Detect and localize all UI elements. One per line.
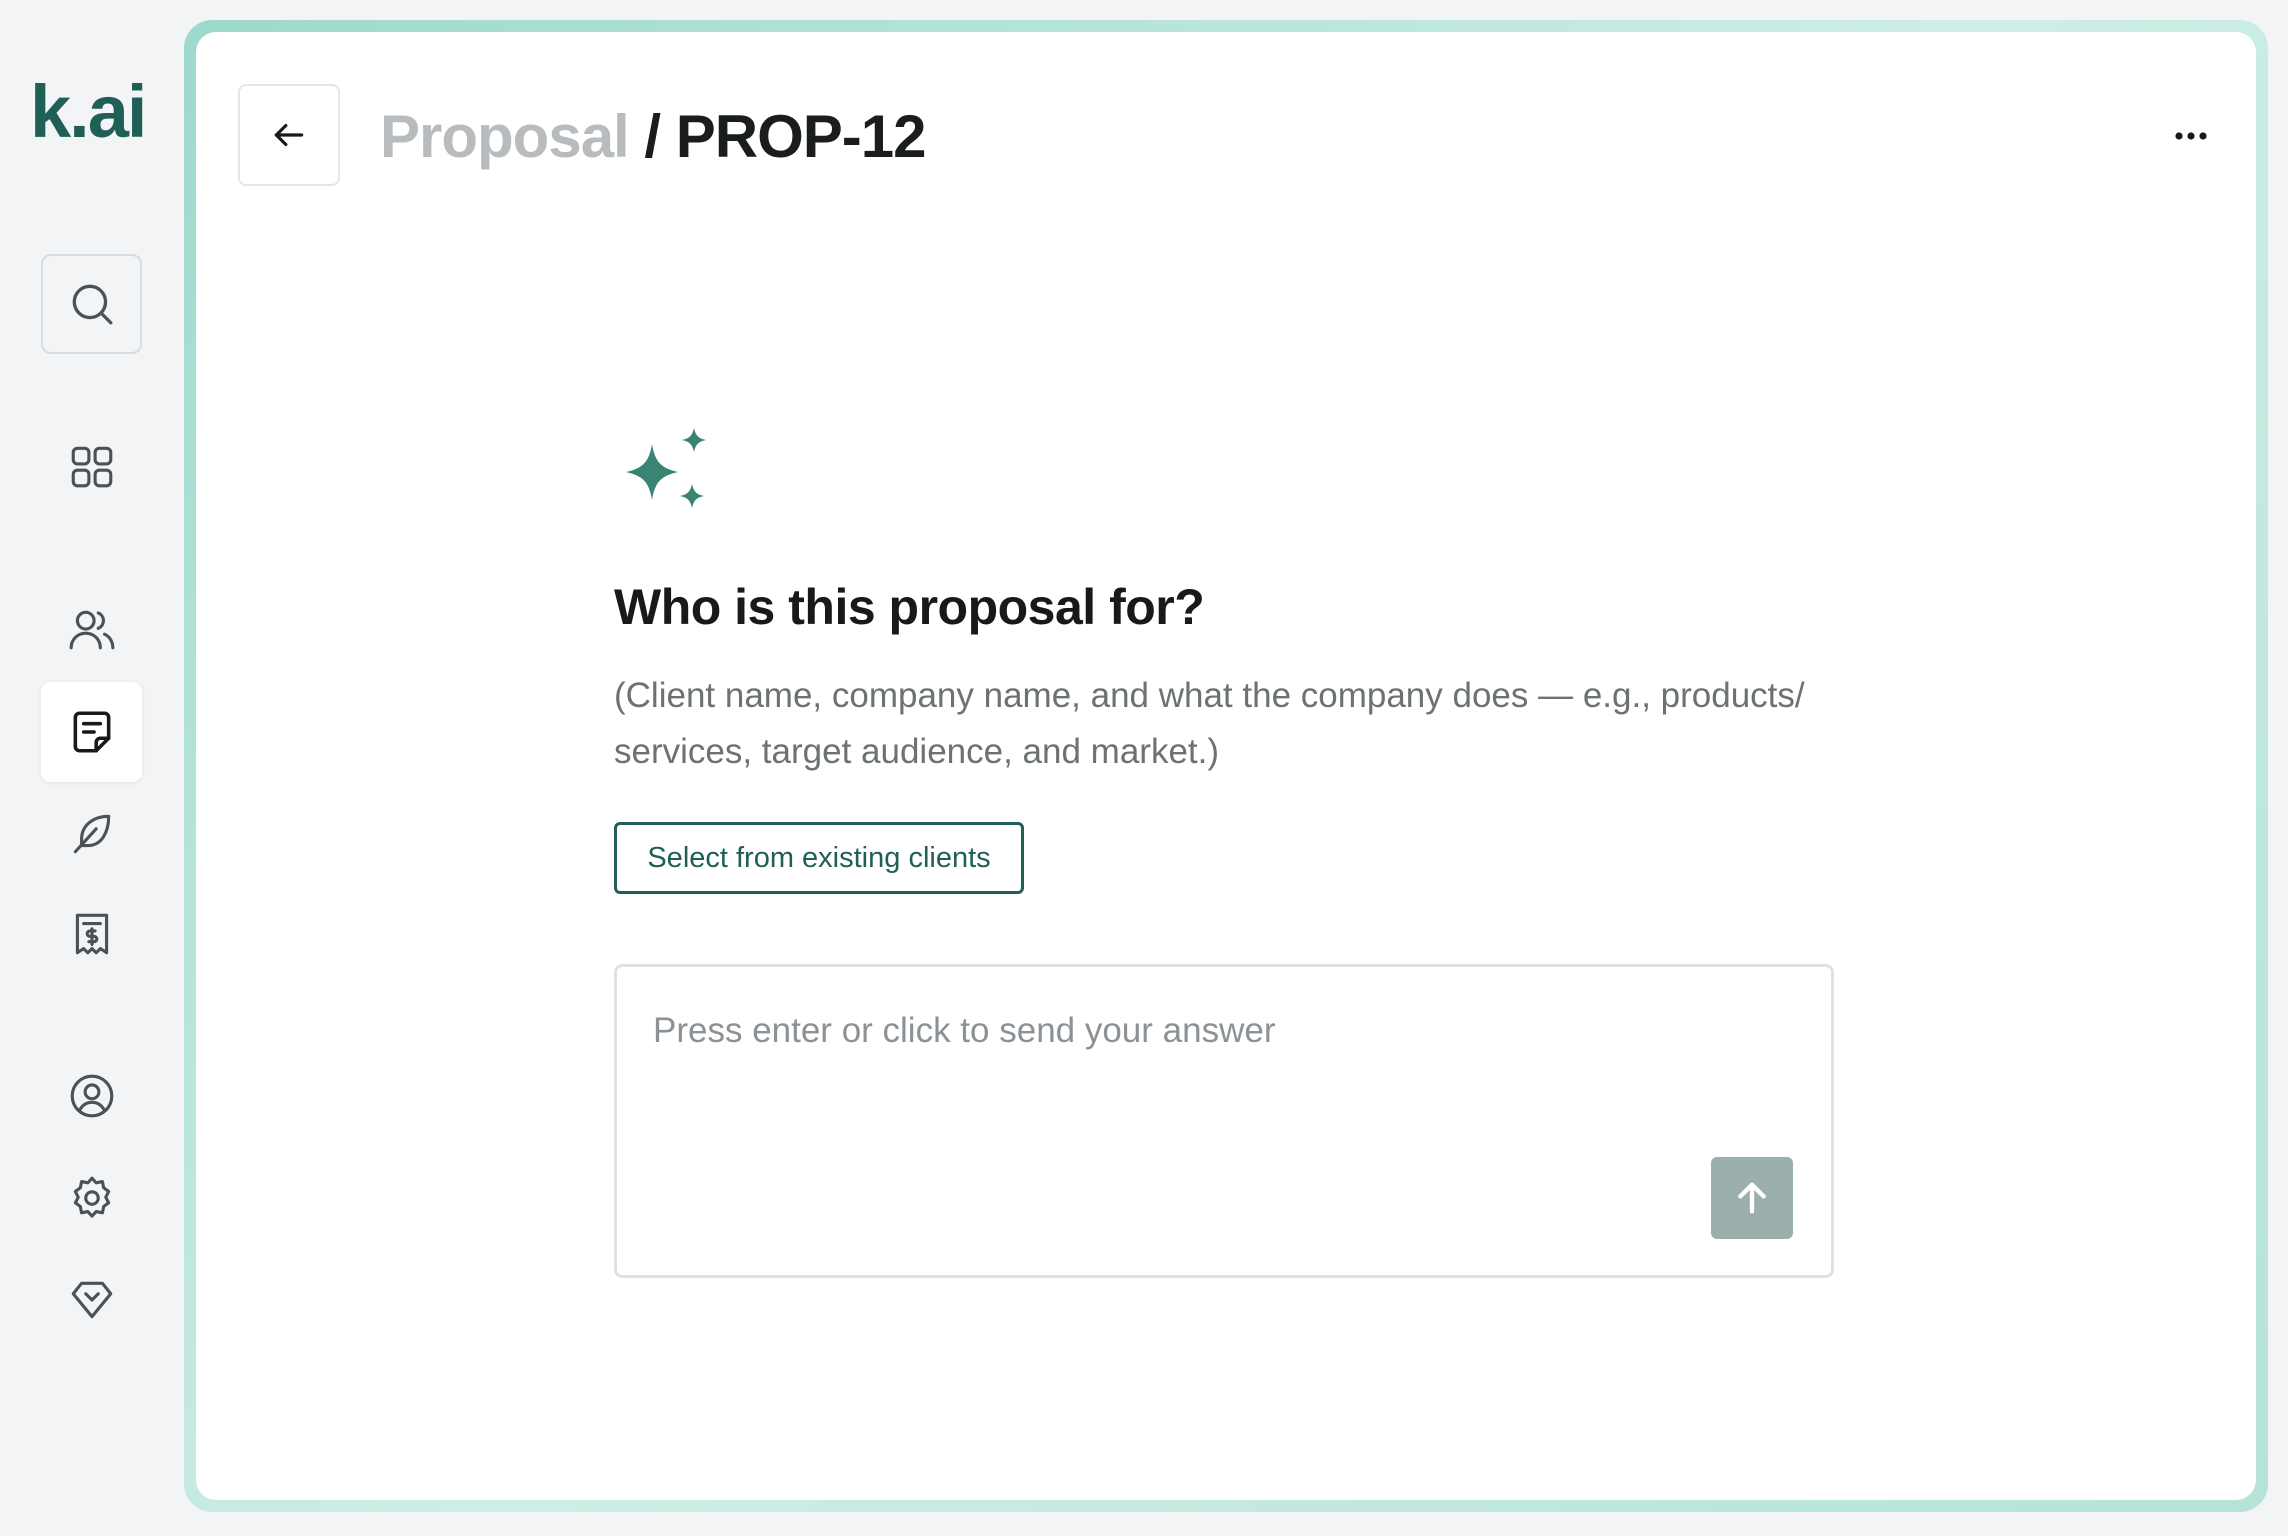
sidebar-item-plan[interactable] — [41, 1250, 142, 1350]
feather-icon — [73, 814, 110, 854]
answer-box — [614, 964, 1834, 1278]
gear-icon — [73, 1176, 110, 1218]
main-frame: Proposal / PROP-12 Who is this proposal … — [184, 20, 2268, 1512]
more-options-button[interactable] — [2156, 116, 2226, 156]
sidebar-item-search[interactable] — [41, 254, 142, 354]
sparkle-icon — [626, 428, 706, 508]
sidebar-item-profile[interactable] — [41, 1046, 142, 1146]
answer-input[interactable] — [653, 1001, 1753, 1061]
sidebar-item-clients[interactable] — [41, 579, 142, 679]
receipt-icon — [75, 913, 108, 955]
users-icon — [69, 610, 114, 650]
main-panel: Proposal / PROP-12 Who is this proposal … — [196, 32, 2256, 1500]
sidebar-item-settings[interactable] — [41, 1148, 142, 1248]
select-existing-clients-button[interactable]: Select from existing clients — [614, 822, 1024, 894]
user-circle-icon — [70, 1074, 113, 1118]
sidebar: k.ai — [0, 0, 184, 1536]
question-heading: Who is this proposal for? — [614, 579, 1205, 635]
grid-icon — [71, 446, 112, 488]
breadcrumb-current: PROP-12 — [675, 103, 927, 170]
sidebar-item-dashboard[interactable] — [41, 417, 142, 517]
back-button[interactable] — [238, 84, 340, 186]
sidebar-item-content[interactable] — [41, 783, 142, 883]
arrow-left-icon — [274, 123, 304, 147]
send-button[interactable] — [1711, 1157, 1793, 1239]
sidebar-item-proposals[interactable] — [41, 682, 142, 782]
breadcrumb-separator: / — [628, 103, 676, 170]
diamond-icon — [71, 1281, 112, 1319]
sidebar-item-invoices[interactable] — [41, 884, 142, 984]
app-logo[interactable]: k.ai — [30, 72, 160, 152]
breadcrumb: Proposal / PROP-12 — [380, 102, 927, 172]
search-icon — [72, 284, 112, 325]
breadcrumb-parent[interactable]: Proposal — [380, 103, 630, 170]
arrow-up-icon — [1738, 1182, 1766, 1214]
question-hint: (Client name, company name, and what the… — [614, 676, 1805, 771]
document-icon — [73, 711, 110, 753]
ellipsis-icon — [2175, 132, 2207, 140]
